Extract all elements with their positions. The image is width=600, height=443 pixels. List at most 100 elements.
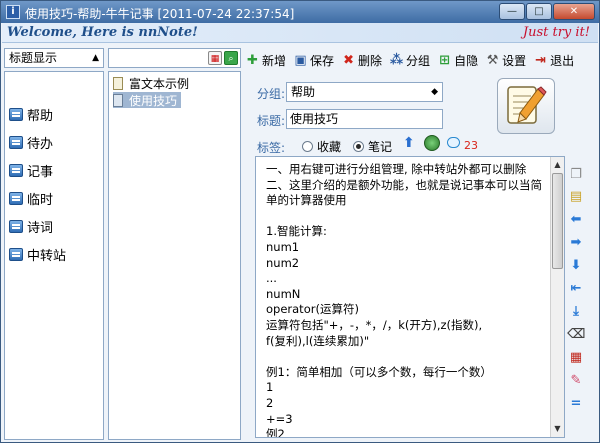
backspace-icon[interactable]: ⌫	[567, 327, 585, 343]
save-button[interactable]: ▣ 保存	[293, 52, 334, 69]
globe-icon[interactable]	[424, 135, 440, 151]
tag-note-radio[interactable]: 笔记	[353, 138, 392, 155]
group-label: 分组:	[257, 87, 286, 101]
editor-line: 2	[266, 395, 274, 410]
auto-hide-icon: ⊞	[439, 52, 451, 68]
radio-on-icon	[353, 141, 364, 152]
category-item-notes[interactable]: 记事	[9, 161, 53, 180]
tag-note-label: 笔记	[368, 140, 393, 154]
group-value: 帮助	[291, 85, 316, 99]
category-label: 待办	[27, 136, 54, 152]
calendar-icon[interactable]: ▦	[208, 51, 222, 65]
main-toolbar: ✚ 新增 ▣ 保存 ✖ 删除 ⁂ 分组 ⊞ 自隐 ⚒ 设置 ⇥ 退出	[245, 49, 597, 71]
editor-line: num2	[266, 255, 300, 270]
save-label: 保存	[310, 53, 335, 68]
category-item-poetry[interactable]: 诗词	[9, 217, 54, 236]
new-label: 新增	[262, 53, 287, 68]
note-item-richtext[interactable]: 富文本示例	[113, 75, 193, 91]
category-icon	[9, 135, 23, 149]
note-title: 富文本示例	[129, 76, 190, 91]
arrow-left-icon[interactable]: ⬅	[567, 212, 585, 228]
minimize-button[interactable]: —	[499, 3, 525, 20]
paste-icon[interactable]: ▤	[567, 189, 585, 205]
app-window: i 使用技巧-帮助-牛牛记事 [2011-07-24 22:37:54] — □…	[0, 0, 600, 443]
title-bar[interactable]: i 使用技巧-帮助-牛牛记事 [2011-07-24 22:37:54] — □…	[1, 1, 599, 23]
scroll-down-arrow[interactable]: ▼	[551, 422, 564, 436]
view-mode-select[interactable]: 标题显示 ▲	[4, 48, 104, 68]
settings-button[interactable]: ⚒ 设置	[485, 52, 526, 69]
editor-content: 一、用右键可进行分组管理, 除中转站外都可以删除 二、这里介绍的是额外功能，也就…	[266, 162, 551, 438]
calendar-icon[interactable]: ▦	[567, 350, 585, 366]
chevron-updown-icon: ▲	[92, 53, 99, 63]
eraser-icon[interactable]: ✎	[567, 373, 585, 389]
delete-button[interactable]: ✖ 删除	[341, 52, 382, 69]
welcome-text: Welcome, Here is nnNote!	[7, 25, 198, 40]
move-first-icon[interactable]: ⇤	[567, 281, 585, 297]
search-input[interactable]: ▦ ⌕	[108, 48, 241, 68]
editor-line: 单的计算器使用	[266, 193, 347, 208]
window-title: 使用技巧-帮助-牛牛记事 [2011-07-24 22:37:54]	[25, 7, 295, 21]
exit-label: 退出	[550, 53, 575, 68]
group-button[interactable]: ⁂ 分组	[389, 52, 430, 69]
editor-line: numN	[266, 286, 301, 301]
category-label: 临时	[27, 192, 54, 208]
wrench-icon: ⚒	[486, 52, 499, 68]
arrow-right-icon[interactable]: ➡	[567, 235, 585, 251]
editor-line: operator(运算符)	[266, 302, 359, 317]
note-list-pane: ▦ ⌕ 富文本示例 使用技巧	[108, 48, 241, 440]
copy-icon[interactable]: ❐	[567, 167, 585, 183]
editor-line: 例2	[266, 427, 285, 438]
notepad-pencil-icon	[497, 78, 555, 134]
note-item-tips[interactable]: 使用技巧	[113, 92, 182, 108]
editor-line: 二、这里介绍的是额外功能，也就是说记事本可以当简	[266, 177, 542, 192]
title-input[interactable]: 使用技巧	[286, 109, 443, 129]
note-editor[interactable]: 一、用右键可进行分组管理, 除中转站外都可以删除 二、这里介绍的是额外功能，也就…	[255, 156, 565, 438]
editor-scrollbar[interactable]: ▲ ▼	[550, 157, 564, 437]
group-icon: ⁂	[389, 52, 404, 68]
search-icon[interactable]: ⌕	[224, 51, 238, 65]
category-list: 帮助 待办 记事 临时 诗词 中转站	[4, 71, 104, 440]
category-item-todo[interactable]: 待办	[9, 133, 54, 152]
comment-icon[interactable]	[447, 137, 460, 148]
scroll-up-arrow[interactable]: ▲	[551, 158, 564, 172]
view-mode-value: 标题显示	[9, 51, 58, 65]
save-icon: ▣	[294, 52, 307, 68]
editor-line: ...	[266, 271, 277, 286]
equals-icon[interactable]: =	[567, 396, 585, 412]
app-icon: i	[6, 5, 20, 19]
move-last-icon[interactable]: ⤓	[567, 304, 585, 320]
plus-icon: ✚	[247, 52, 258, 68]
group-select[interactable]: 帮助 ◆	[286, 82, 443, 102]
try-it-text: Just try it!	[522, 25, 590, 40]
category-icon	[9, 107, 23, 121]
settings-label: 设置	[502, 53, 527, 68]
scroll-thumb[interactable]	[552, 173, 563, 269]
new-button[interactable]: ✚ 新增	[245, 52, 286, 69]
close-button[interactable]: ✕	[553, 3, 595, 20]
group-label: 分组	[406, 53, 431, 68]
category-label: 诗词	[27, 220, 54, 236]
category-label: 中转站	[27, 248, 67, 264]
category-item-transfer[interactable]: 中转站	[9, 245, 67, 264]
note-lock-icon	[113, 93, 123, 107]
auto-hide-button[interactable]: ⊞ 自隐	[437, 52, 478, 69]
category-pane: 标题显示 ▲ 帮助 待办 记事 临时 诗词 中转站	[4, 48, 104, 440]
tag-favorite-radio[interactable]: 收藏	[302, 138, 341, 155]
category-icon	[9, 247, 23, 261]
category-icon	[9, 219, 23, 233]
maximize-button[interactable]: □	[526, 3, 552, 20]
category-label: 帮助	[27, 108, 54, 124]
category-icon	[9, 191, 23, 205]
radio-off-icon	[302, 141, 313, 152]
exit-button[interactable]: ⇥ 退出	[533, 52, 574, 69]
category-item-help[interactable]: 帮助	[9, 105, 54, 124]
arrow-up-icon[interactable]: ⬆	[403, 136, 417, 151]
category-item-temp[interactable]: 临时	[9, 189, 54, 208]
tags-label: 标签:	[257, 141, 286, 155]
arrow-down-icon[interactable]: ⬇	[567, 258, 585, 274]
comment-count: 23	[464, 139, 478, 152]
welcome-banner: Welcome, Here is nnNote! Just try it!	[2, 23, 598, 43]
note-title: 使用技巧	[129, 93, 178, 108]
editor-line: +=3	[266, 411, 293, 426]
